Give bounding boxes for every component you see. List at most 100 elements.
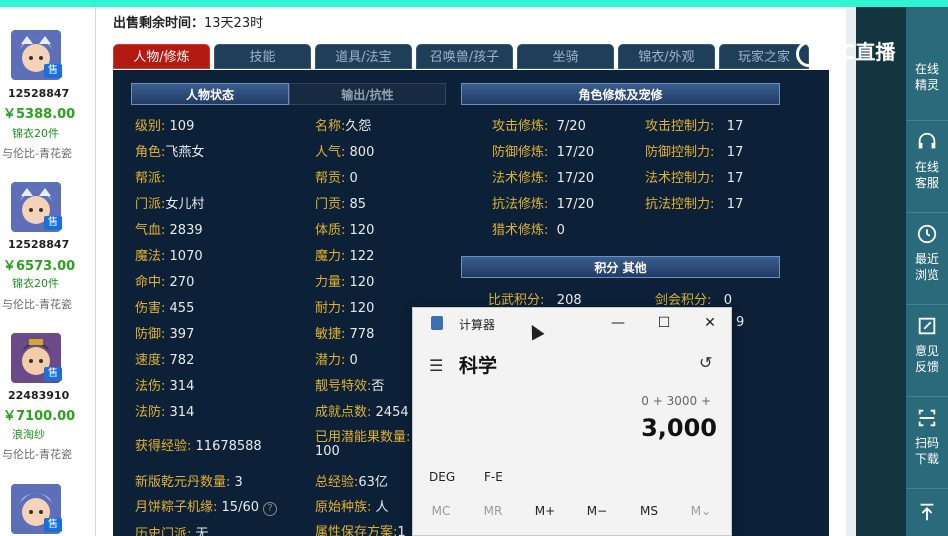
minimize-button[interactable]: — bbox=[603, 312, 633, 334]
stream-overlay-area bbox=[856, 7, 906, 536]
stat-row: 体质: 120 bbox=[315, 223, 375, 238]
listing-id: 22483910 bbox=[8, 389, 70, 402]
calculator-display: 3,000 bbox=[641, 414, 717, 442]
fe-toggle[interactable]: F-E bbox=[484, 470, 503, 484]
sale-badge: 售 bbox=[44, 64, 62, 78]
points-row: 9 bbox=[736, 315, 745, 330]
stat-row: 法防: 314 bbox=[135, 405, 195, 420]
feedback-button[interactable]: 意见 反馈 bbox=[906, 304, 948, 394]
stat-row: 敏捷: 778 bbox=[315, 327, 375, 342]
m-minus-button[interactable]: M− bbox=[577, 504, 617, 518]
feedback-label-2: 反馈 bbox=[914, 360, 939, 374]
listing-id: 12528847 bbox=[8, 238, 70, 251]
history-icon[interactable]: ↺ bbox=[699, 353, 712, 372]
stat-row: 已用潜能果数量: bbox=[315, 430, 411, 445]
calculator-app-icon bbox=[431, 316, 443, 330]
listing-id: 12528847 bbox=[8, 87, 70, 100]
stat-row: 新版乾元丹数量: 3 bbox=[135, 475, 243, 490]
scan-download-button[interactable]: 扫码 下载 bbox=[906, 396, 948, 486]
stat-row: 原始种族: 人 bbox=[315, 500, 389, 515]
stream-logo: CC直播 bbox=[796, 36, 895, 67]
stat-row: 命中: 270 bbox=[135, 275, 195, 290]
cultivation-row: 防御修炼: 17/20 bbox=[492, 145, 595, 160]
stat-row: 门贡: 85 bbox=[315, 197, 367, 212]
feedback-label-1: 意见 bbox=[914, 344, 939, 358]
stat-row: 总经验:63亿 bbox=[315, 475, 388, 490]
deg-toggle[interactable]: DEG bbox=[429, 470, 455, 484]
sale-badge: 售 bbox=[44, 367, 62, 381]
stat-row: 获得经验: 11678588 bbox=[135, 439, 262, 454]
calculator-title: 计算器 bbox=[459, 318, 496, 332]
section-header-cultivation: 角色修炼及宠修 bbox=[461, 83, 780, 105]
mr-button[interactable]: MR bbox=[473, 504, 513, 518]
calculator-titlebar[interactable]: 计算器 — ☐ ✕ bbox=[413, 308, 733, 338]
listing-card[interactable]: 售 22483910 ￥7100.00 浪淘纱 与伦比-青花瓷 bbox=[0, 330, 96, 480]
cultivation-row: 法术控制力: 17 bbox=[645, 171, 744, 186]
tab-items[interactable]: 道具/法宝 bbox=[315, 44, 412, 69]
tab-summons[interactable]: 召唤兽/孩子 bbox=[416, 44, 513, 69]
listing-card[interactable]: 售 12528847 ￥6573.00 锦衣20件 与伦比-青花瓷 bbox=[0, 179, 96, 329]
edit-icon bbox=[918, 317, 936, 335]
cultivation-row: 攻击控制力: 17 bbox=[645, 119, 744, 134]
tab-mounts[interactable]: 坐骑 bbox=[517, 44, 614, 69]
memory-list-button[interactable]: M⌄ bbox=[681, 504, 721, 518]
listing-sidebar: 售 12528847 ￥5388.00 锦衣20件 与伦比-青花瓷 售 1252… bbox=[0, 7, 96, 536]
section-header-points: 积分 其他 bbox=[461, 256, 780, 278]
online-sprite-button[interactable]: 在线 精灵 bbox=[906, 61, 948, 121]
online-support-label-2: 客服 bbox=[914, 176, 939, 190]
section-header-output[interactable]: 输出/抗性 bbox=[289, 83, 446, 105]
tab-skills[interactable]: 技能 bbox=[214, 44, 311, 69]
stat-row: 魔法: 1070 bbox=[135, 249, 203, 264]
qr-scan-icon bbox=[918, 409, 936, 427]
listing-tag: 浪淘纱 bbox=[12, 428, 45, 441]
recent-browse-button[interactable]: 最近 浏览 bbox=[906, 212, 948, 302]
sale-time-remaining: 出售剩余时间：13天23时 bbox=[113, 12, 263, 31]
headset-icon bbox=[918, 132, 936, 149]
listing-card[interactable]: 售 12528847 ￥5388.00 锦衣20件 与伦比-青花瓷 bbox=[0, 27, 96, 177]
stat-row: 历史门派: 无 bbox=[135, 527, 209, 536]
mc-button[interactable]: MC bbox=[421, 504, 461, 518]
listing-card[interactable]: 售 bbox=[0, 481, 96, 536]
clock-icon bbox=[917, 224, 937, 244]
online-sprite-label-2: 精灵 bbox=[914, 78, 939, 92]
sale-time-label: 出售剩余时间： bbox=[113, 16, 205, 31]
stat-row: 人气: 800 bbox=[315, 145, 375, 160]
maximize-button[interactable]: ☐ bbox=[649, 312, 679, 334]
recent-browse-label-2: 浏览 bbox=[914, 268, 939, 282]
stat-row: 帮贡: 0 bbox=[315, 171, 358, 186]
cultivation-row: 攻击修炼: 7/20 bbox=[492, 119, 586, 134]
top-accent-strip bbox=[0, 0, 948, 7]
stat-row: 气血: 2839 bbox=[135, 223, 203, 238]
tab-outfits[interactable]: 锦衣/外观 bbox=[618, 44, 715, 69]
stat-row: 法伤: 314 bbox=[135, 379, 195, 394]
stat-row: 角色:飞燕女 bbox=[135, 145, 205, 160]
sale-badge: 售 bbox=[44, 518, 62, 532]
hamburger-menu-icon[interactable]: ☰ bbox=[429, 356, 443, 375]
m-plus-button[interactable]: M+ bbox=[525, 504, 565, 518]
calculator-window[interactable]: 计算器 — ☐ ✕ ☰ 科学 ↺ 0 + 3000 + 3,000 DEG F-… bbox=[412, 307, 732, 536]
calculator-expression: 0 + 3000 + bbox=[641, 394, 711, 408]
sale-time-value: 13天23时 bbox=[204, 16, 264, 31]
listing-server: 与伦比-青花瓷 bbox=[2, 147, 72, 160]
stat-row: 力量: 120 bbox=[315, 275, 375, 290]
stat-row: 潜力: 0 bbox=[315, 353, 358, 368]
online-support-button[interactable]: 在线 客服 bbox=[906, 120, 948, 210]
close-button[interactable]: ✕ bbox=[695, 312, 725, 334]
listing-price: ￥5388.00 bbox=[3, 107, 76, 122]
listing-tag: 锦衣20件 bbox=[12, 127, 59, 140]
stat-row: 帮派: bbox=[135, 171, 166, 186]
tab-character[interactable]: 人物/修炼 bbox=[113, 44, 210, 69]
cultivation-row: 抗法修炼: 17/20 bbox=[492, 197, 595, 212]
listing-price: ￥6573.00 bbox=[3, 259, 76, 274]
cultivation-row: 猎术修炼: 0 bbox=[492, 223, 565, 238]
points-row: 比武积分: 208 bbox=[488, 293, 582, 308]
ms-button[interactable]: MS bbox=[629, 504, 669, 518]
sale-badge: 售 bbox=[44, 216, 62, 230]
listing-price: ￥7100.00 bbox=[3, 409, 76, 424]
cultivation-row: 防御控制力: 17 bbox=[645, 145, 744, 160]
stat-row: 属性保存方案:1 bbox=[315, 525, 406, 536]
section-header-status[interactable]: 人物状态 bbox=[131, 83, 289, 105]
help-icon[interactable]: ? bbox=[263, 502, 277, 516]
back-to-top-button[interactable] bbox=[906, 488, 948, 536]
online-support-label-1: 在线 bbox=[914, 160, 939, 174]
